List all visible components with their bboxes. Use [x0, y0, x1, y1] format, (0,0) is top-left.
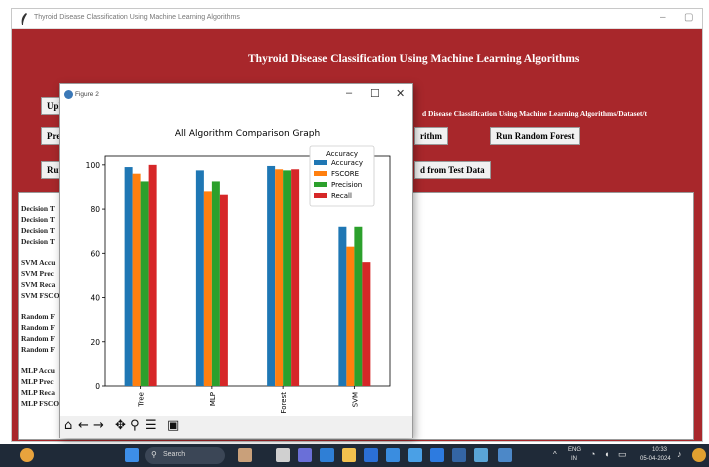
comparison-chart: All Algorithm Comparison Graph 0 20 40 60 80 1… — [86, 129, 391, 414]
figure-title-bar: Figure 2 – ☐ ✕ — [60, 84, 412, 106]
dataset-path-label: d Disease Classification Using Machine L… — [422, 109, 647, 118]
bar-precision-tree — [140, 181, 149, 386]
minimize-icon[interactable]: – — [660, 12, 666, 23]
y-tick-label: 40 — [90, 294, 100, 303]
y-tick-label: 100 — [86, 161, 101, 170]
predict-test-data-button[interactable]: d from Test Data — [414, 161, 491, 179]
store-icon[interactable] — [364, 448, 378, 462]
bar-recall-forest — [291, 169, 300, 386]
file-explorer-icon[interactable] — [342, 448, 356, 462]
bar-precision-mlp — [211, 181, 220, 386]
bar-precision-forest — [283, 170, 292, 386]
main-window-title: Thyroid Disease Classification Using Mac… — [34, 14, 240, 21]
pan-icon[interactable]: ✥ — [115, 418, 126, 434]
x-tick-label: SVM — [351, 392, 359, 407]
start-icon[interactable] — [125, 448, 139, 462]
mail-icon[interactable] — [386, 448, 400, 462]
figure-window: Figure 2 – ☐ ✕ All Algorithm Comparison … — [59, 83, 413, 438]
zoom-icon[interactable]: ⚲ — [130, 418, 140, 434]
bar-fscore-tree — [132, 173, 141, 386]
app-icon-1[interactable] — [408, 448, 422, 462]
task-view-icon[interactable] — [276, 448, 290, 462]
figure-toolbar: ⌂ ← → ✥ ⚲ ☰ ▣ — [60, 416, 412, 438]
bar-accuracy-tree — [124, 167, 133, 386]
chart-title: All Algorithm Comparison Graph — [175, 129, 320, 139]
volume-icon[interactable]: ◖ — [604, 449, 609, 459]
run-random-forest-button[interactable]: Run Random Forest — [490, 127, 581, 145]
x-tick-label: Tree — [138, 392, 146, 408]
weather-icon[interactable] — [20, 448, 34, 462]
app-icon-2[interactable] — [430, 448, 444, 462]
bar-accuracy-forest — [267, 165, 276, 386]
figure-close-icon[interactable]: ✕ — [396, 87, 405, 100]
search-icon: ⚲ — [151, 450, 157, 459]
figure-maximize-icon[interactable]: ☐ — [370, 87, 380, 100]
y-tick-label: 60 — [90, 249, 100, 258]
back-icon[interactable]: ← — [78, 418, 89, 434]
main-title-bar: Thyroid Disease Classification Using Mac… — [12, 9, 702, 29]
taskbar-search[interactable]: ⚲ Search — [145, 447, 225, 464]
tk-feather-icon — [21, 13, 27, 25]
forward-icon[interactable]: → — [93, 418, 104, 434]
battery-icon[interactable]: ▭ — [618, 449, 627, 460]
y-tick-label: 0 — [95, 382, 100, 391]
bar-accuracy-svm — [338, 226, 347, 386]
bar-recall-tree — [148, 164, 157, 386]
app-icon-3[interactable] — [474, 448, 488, 462]
clock-date[interactable]: 05-04-2024 — [640, 456, 671, 462]
bar-fscore-mlp — [203, 191, 212, 386]
legend-label-recall: Recall — [331, 192, 352, 200]
figure-minimize-icon[interactable]: – — [346, 87, 352, 99]
wifi-icon[interactable]: ◔ — [590, 449, 595, 459]
widgets-icon[interactable] — [692, 448, 706, 462]
legend-title: Accuracy — [326, 150, 358, 158]
python-icon[interactable] — [452, 448, 466, 462]
notification-icon[interactable]: ♪ — [677, 449, 682, 459]
run-algorithm-button[interactable]: rithm — [414, 127, 448, 145]
tray-overflow-icon[interactable]: ^ — [553, 450, 557, 459]
taskbar-search-label: Search — [163, 451, 186, 458]
home-icon[interactable]: ⌂ — [64, 418, 72, 434]
bar-recall-svm — [362, 262, 371, 386]
taskbar: ⚲ Search ^ ENG IN ◔ ◖ ▭ 10:33 05-04-2024… — [0, 444, 709, 467]
legend-label-accuracy: Accuracy — [331, 159, 363, 167]
legend-label-fscore: FSCORE — [331, 170, 359, 178]
save-icon[interactable]: ▣ — [167, 418, 179, 434]
bar-fscore-forest — [275, 169, 284, 386]
legend-swatch-fscore — [314, 171, 327, 176]
legend-label-precision: Precision — [331, 181, 362, 189]
x-tick-label: MLP — [209, 392, 217, 406]
bar-recall-mlp — [219, 194, 228, 386]
language-top[interactable]: ENG — [568, 447, 581, 453]
clock-time[interactable]: 10:33 — [652, 447, 667, 453]
app-heading: Thyroid Disease Classification Using Mac… — [248, 53, 580, 65]
figure-canvas: All Algorithm Comparison Graph 0 20 40 60 80 1… — [60, 106, 412, 416]
maximize-icon[interactable]: ▢ — [684, 12, 693, 23]
bar-accuracy-mlp — [195, 170, 204, 386]
legend-swatch-recall — [314, 193, 327, 198]
language-bottom[interactable]: IN — [571, 456, 577, 462]
figure-title: Figure 2 — [75, 91, 99, 98]
matplotlib-icon — [64, 90, 73, 99]
app-icon-4[interactable] — [498, 448, 512, 462]
bar-precision-svm — [354, 226, 363, 386]
y-tick-label: 20 — [90, 338, 100, 347]
teams-icon[interactable] — [298, 448, 312, 462]
legend-swatch-precision — [314, 182, 327, 187]
copilot-icon[interactable] — [238, 448, 252, 462]
edge-icon[interactable] — [320, 448, 334, 462]
bar-fscore-svm — [346, 246, 355, 386]
x-tick-label: Forest — [280, 392, 288, 414]
legend-swatch-accuracy — [314, 160, 327, 165]
y-tick-label: 80 — [90, 205, 100, 214]
configure-icon[interactable]: ☰ — [145, 418, 157, 434]
